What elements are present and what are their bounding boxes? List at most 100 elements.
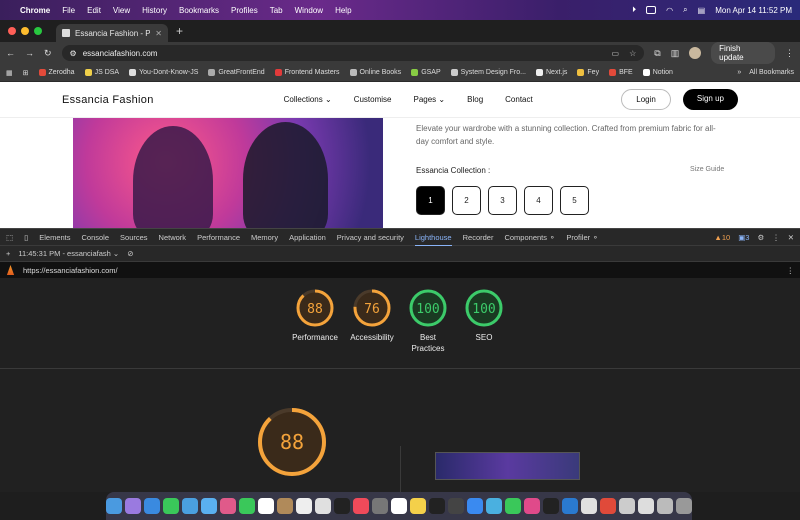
nav-customise[interactable]: Customise [354, 95, 392, 104]
score-gauge-seo[interactable]: 100 SEO [449, 288, 519, 343]
slack-icon[interactable] [524, 498, 540, 514]
report-more-icon[interactable]: ⋮ [787, 266, 795, 275]
reload-icon[interactable]: ↻ [44, 48, 52, 59]
preview-icon[interactable] [619, 498, 635, 514]
more-menu-icon[interactable]: ⋮ [785, 48, 794, 59]
tab-memory[interactable]: Memory [251, 233, 278, 242]
bookmark-item[interactable]: GreatFrontEnd [208, 69, 265, 76]
menu-window[interactable]: Window [295, 6, 323, 15]
login-button[interactable]: Login [621, 89, 671, 110]
menu-file[interactable]: File [62, 6, 75, 15]
launchpad-icon[interactable] [125, 498, 141, 514]
finder-icon[interactable] [106, 498, 122, 514]
music-icon[interactable] [353, 498, 369, 514]
calendar-icon[interactable] [258, 498, 274, 514]
settings-icon[interactable] [372, 498, 388, 514]
inspect-icon[interactable]: ⬚ [6, 233, 13, 242]
main-score-gauge[interactable]: 88 [256, 406, 328, 483]
new-report-icon[interactable]: + [6, 249, 10, 258]
bookmark-item[interactable]: You-Dont-Know-JS [129, 69, 198, 76]
maximize-window-button[interactable] [34, 27, 42, 35]
bookmark-item[interactable]: GSAP [411, 69, 441, 76]
control-center-icon[interactable]: ▤ [698, 6, 706, 15]
maps-icon[interactable] [201, 498, 217, 514]
bookmark-item[interactable]: System Design Fro... [450, 69, 526, 76]
forward-icon[interactable]: → [25, 48, 34, 58]
close-devtools-icon[interactable]: ✕ [788, 233, 794, 242]
size-option[interactable]: 5 [560, 186, 589, 215]
safari-icon[interactable] [144, 498, 160, 514]
close-tab-icon[interactable]: ✕ [155, 29, 162, 38]
bookmark-item[interactable]: Online Books [349, 69, 401, 76]
menu-bookmarks[interactable]: Bookmarks [179, 6, 219, 15]
finder-tags-icon[interactable] [391, 498, 407, 514]
site-brand[interactable]: Essancia Fashion [62, 94, 154, 106]
minimize-window-button[interactable] [21, 27, 29, 35]
nav-pages[interactable]: Pages ⌄ [414, 95, 446, 104]
size-option[interactable]: 4 [524, 186, 553, 215]
bookmark-star-icon[interactable]: ☆ [629, 49, 636, 58]
whatsapp-icon[interactable] [505, 498, 521, 514]
clear-reports-icon[interactable]: ⊘ [127, 249, 133, 258]
bookmark-item[interactable]: Fey [577, 69, 599, 76]
notes-brown-icon[interactable] [277, 498, 293, 514]
bookmark-item[interactable]: JS DSA [84, 69, 119, 76]
menu-app[interactable]: Chrome [20, 6, 50, 15]
battery-icon[interactable] [646, 6, 657, 14]
finish-update-button[interactable]: Finish update [711, 42, 775, 64]
terminal-icon[interactable] [429, 498, 445, 514]
tab-elements[interactable]: Elements [39, 233, 70, 242]
menu-history[interactable]: History [142, 6, 167, 15]
tab-lighthouse[interactable]: Lighthouse [414, 233, 452, 247]
device-toggle-icon[interactable]: ▯ [24, 233, 28, 242]
search-icon[interactable]: ⌕ [683, 5, 687, 15]
photo-thumb-icon[interactable] [657, 498, 673, 514]
chevron-right-icon[interactable]: » [737, 69, 741, 76]
size-option[interactable]: 1 [416, 186, 445, 215]
reminders-icon[interactable] [296, 498, 312, 514]
tab-console[interactable]: Console [82, 233, 110, 242]
bookmark-item[interactable]: Next.js [536, 69, 567, 76]
cast-icon[interactable]: ▭ [612, 49, 620, 58]
url-text[interactable]: essanciafashion.com [83, 49, 158, 58]
tv-icon[interactable] [334, 498, 350, 514]
site-info-icon[interactable]: ⚙ [70, 49, 77, 58]
spotlight-icon[interactable] [638, 498, 654, 514]
size-option[interactable]: 3 [488, 186, 517, 215]
mail-icon[interactable] [182, 498, 198, 514]
datetime[interactable]: Mon Apr 14 11:52 PM [715, 6, 792, 15]
close-window-button[interactable] [8, 27, 16, 35]
bookmark-item[interactable]: Frontend Masters [274, 69, 340, 76]
photos-icon[interactable] [220, 498, 236, 514]
apps-icon[interactable]: ▦ [6, 69, 13, 77]
tab-profiler[interactable]: Profiler ⚬ [566, 233, 598, 242]
appstore-icon[interactable] [467, 498, 483, 514]
report-url[interactable]: https://essanciafashion.com/ [23, 266, 118, 275]
menu-tab[interactable]: Tab [270, 6, 283, 15]
tab-sources[interactable]: Sources [120, 233, 148, 242]
chrome-icon[interactable] [581, 498, 597, 514]
signup-button[interactable]: Sign up [682, 89, 738, 110]
devtools-more-icon[interactable]: ⋮ [772, 233, 780, 242]
trash-icon[interactable] [676, 498, 692, 514]
address-bar[interactable]: ⚙ essanciafashion.com ▭ ☆ [61, 45, 645, 61]
all-bookmarks[interactable]: » All Bookmarks [737, 69, 794, 76]
grid-icon[interactable]: ⊞ [23, 69, 29, 77]
size-option[interactable]: 2 [452, 186, 481, 215]
profile-avatar[interactable] [689, 47, 702, 59]
notes-icon[interactable] [410, 498, 426, 514]
menu-view[interactable]: View [113, 6, 130, 15]
settings-gear-icon[interactable]: ⚙ [757, 233, 764, 242]
warnings-badge[interactable]: ▲10 [714, 233, 730, 242]
tab-performance[interactable]: Performance [197, 233, 240, 242]
bookmark-item[interactable]: BFE [609, 69, 633, 76]
menu-help[interactable]: Help [335, 6, 351, 15]
new-tab-button[interactable]: + [176, 24, 183, 38]
size-guide-link[interactable]: Size Guide [690, 166, 724, 173]
facetime-icon[interactable] [239, 498, 255, 514]
freeform-icon[interactable] [315, 498, 331, 514]
page-screenshot-thumbnail[interactable] [435, 452, 580, 480]
nav-collections[interactable]: Collections ⌄ [284, 95, 332, 104]
extensions-icon[interactable]: ⧉ [654, 48, 660, 59]
back-icon[interactable]: ← [6, 48, 15, 58]
